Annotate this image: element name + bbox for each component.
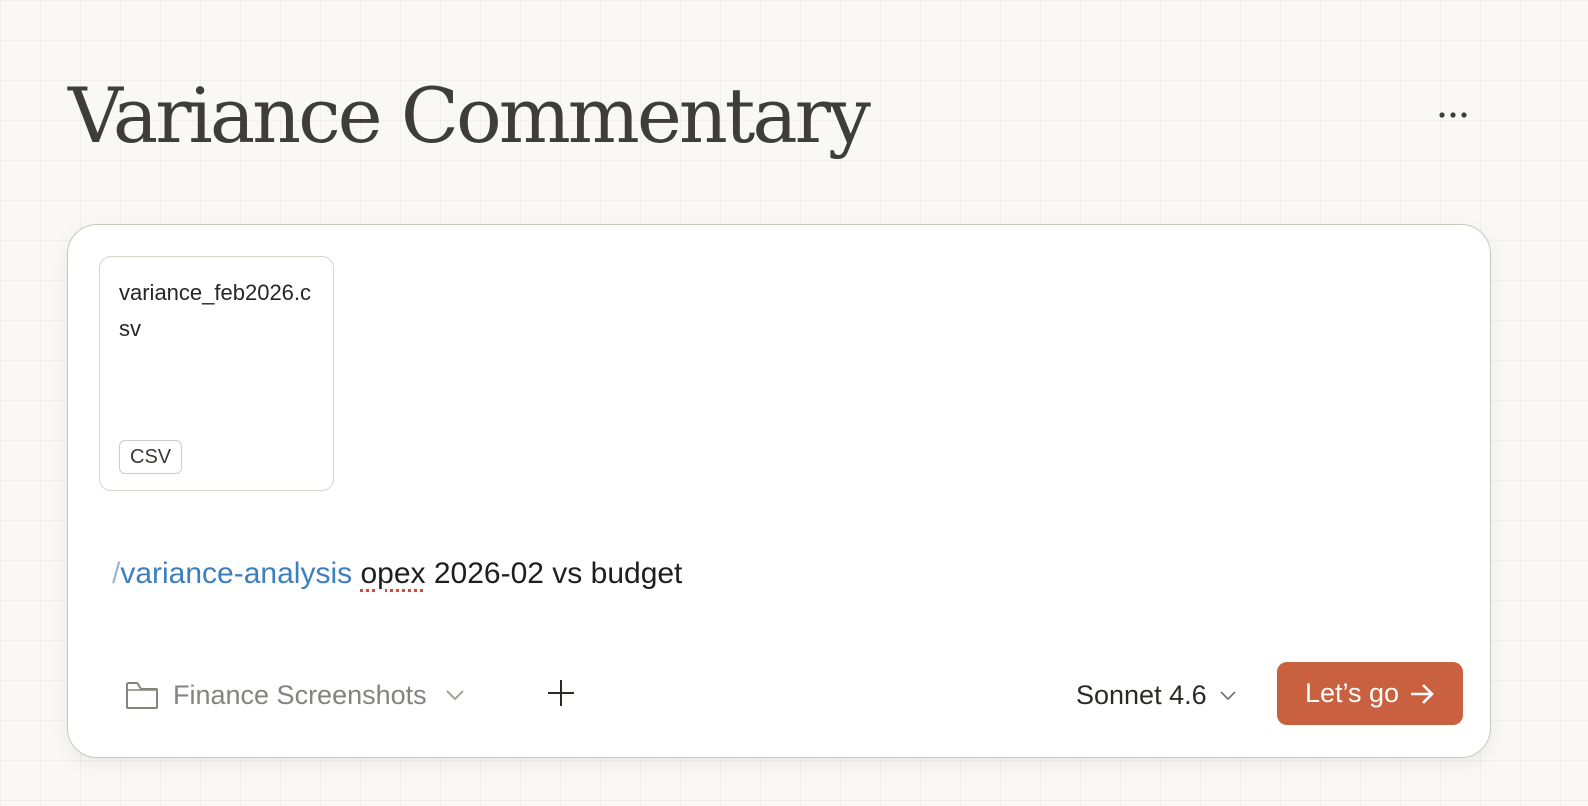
chevron-down-icon	[1219, 690, 1237, 701]
misspelled-word: opex	[360, 557, 426, 590]
prompt-composer: variance_feb2026.csv CSV /variance-analy…	[67, 224, 1491, 758]
arrow-right-icon	[1409, 683, 1435, 705]
plus-icon	[546, 678, 576, 713]
prompt-input[interactable]: /variance-analysis opex 2026-02 vs budge…	[112, 552, 682, 596]
page-title: Variance Commentary	[68, 71, 871, 160]
submit-label: Let’s go	[1304, 678, 1400, 708]
project-label: Finance Screenshots	[173, 679, 427, 710]
file-type-badge: CSV	[119, 440, 183, 474]
submit-button[interactable]: Let’s go	[1277, 662, 1463, 725]
chevron-down-icon	[445, 689, 465, 701]
model-selector[interactable]: Sonnet 4.6	[1076, 673, 1237, 717]
prompt-text: 2026-02 vs budget	[425, 557, 683, 590]
ellipsis-icon	[1436, 107, 1470, 125]
more-options-button[interactable]	[1430, 98, 1476, 134]
model-label: Sonnet 4.6	[1076, 679, 1207, 710]
slash-command: variance-analysis	[120, 557, 353, 590]
folder-icon	[125, 680, 159, 710]
attachment-file-name: variance_feb2026.csv	[119, 280, 312, 341]
attachment-card[interactable]: variance_feb2026.csv CSV	[99, 256, 334, 491]
project-selector[interactable]: Finance Screenshots	[125, 673, 465, 717]
add-button[interactable]	[540, 674, 582, 716]
